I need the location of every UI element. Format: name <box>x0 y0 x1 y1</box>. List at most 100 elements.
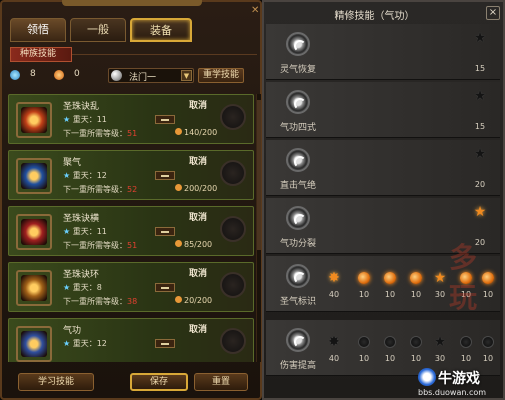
skill-icon[interactable] <box>16 270 52 306</box>
next-level-label: 下一重所需等级： <box>63 297 127 306</box>
tab-comprehend[interactable]: 领悟 <box>10 18 66 42</box>
learn-skill-button[interactable]: 学习技能 <box>18 373 94 391</box>
minus-button[interactable] <box>155 227 175 236</box>
refine-node-orb-icon[interactable] <box>410 272 422 284</box>
next-level-line: 下一重所需等级：52 <box>63 184 137 195</box>
skill-icon[interactable] <box>16 158 52 194</box>
refine-node-orb-icon[interactable] <box>410 336 422 348</box>
skill-card[interactable]: 圣珠诀环 取消 ★ 重天：8 下一重所需等级：38 20/200 <box>8 262 254 312</box>
refine-node-value: 15 <box>474 122 486 131</box>
refine-skill-name: 伤害提高 <box>280 361 317 371</box>
refine-node-value: 10 <box>384 290 396 299</box>
skill-icon[interactable] <box>16 102 52 138</box>
star-icon: ★ <box>63 171 71 180</box>
cancel-link[interactable]: 取消 <box>189 210 207 223</box>
refine-skill-icon[interactable] <box>286 32 310 56</box>
star-icon: ★ <box>63 283 71 292</box>
next-level-line: 下一重所需等级：38 <box>63 296 137 307</box>
layer-value: 11 <box>96 115 107 124</box>
layer-label: 重天： <box>72 339 97 348</box>
skill-icon[interactable] <box>16 214 52 250</box>
refine-node-orb-icon[interactable] <box>384 336 396 348</box>
scroll-thumb[interactable] <box>257 100 261 250</box>
refine-skill-icon[interactable] <box>286 148 310 172</box>
refine-node-value: 40 <box>328 290 340 299</box>
exp-value: 200/200 <box>184 184 218 193</box>
refine-row[interactable]: 灵气恢复 ★ 15 <box>266 24 500 80</box>
tab-equipment[interactable]: 装备 <box>130 18 192 42</box>
skill-name: 圣珠诀乱 <box>63 102 100 112</box>
exp-value: 140/200 <box>184 128 218 137</box>
skill-list: 圣珠诀乱 取消 ★ 重天：11 下一重所需等级：51 140/200 聚气 取消… <box>8 94 254 362</box>
refine-row[interactable]: 气功四式 ★ 15 <box>266 82 500 138</box>
star-icon: ★ <box>63 227 71 236</box>
next-level-line: 下一重所需等级：51 <box>63 240 137 251</box>
skill-name: 圣珠诀横 <box>63 214 100 224</box>
refine-node-star-icon[interactable]: ★ <box>472 88 488 104</box>
close-icon[interactable]: × <box>486 6 500 20</box>
skill-card[interactable]: 圣珠诀横 取消 ★ 重天：11 下一重所需等级：51 85/200 <box>8 206 254 256</box>
exp-line: 200/200 <box>175 184 217 193</box>
skill-card[interactable]: 圣珠诀乱 取消 ★ 重天：11 下一重所需等级：51 140/200 <box>8 94 254 144</box>
sect-select[interactable]: 法门一 ▼ <box>108 68 194 83</box>
refine-node-orb-icon[interactable] <box>358 336 370 348</box>
refine-skill-icon[interactable] <box>286 206 310 230</box>
layer-value: 12 <box>96 171 107 180</box>
layer-value: 8 <box>96 283 102 292</box>
exp-value: 85/200 <box>184 240 213 249</box>
next-level-label: 下一重所需等级： <box>63 241 127 250</box>
save-button[interactable]: 保存 <box>130 373 188 391</box>
next-level-label: 下一重所需等级： <box>63 129 127 138</box>
refine-node-star-icon[interactable]: ★ <box>472 30 488 46</box>
skill-icon-art <box>21 275 47 301</box>
logo-url: bbs.duowan.com <box>418 388 487 397</box>
layer-label: 重天： <box>72 171 97 180</box>
skill-socket[interactable] <box>220 104 246 130</box>
site-logo: 牛游戏 bbs.duowan.com <box>418 366 502 398</box>
tab-general[interactable]: 一般 <box>70 18 126 42</box>
close-icon[interactable]: ✕ <box>251 6 261 16</box>
star-icon: ★ <box>63 115 71 124</box>
relearn-button[interactable]: 重学技能 <box>198 68 244 83</box>
next-level-value: 51 <box>127 129 138 138</box>
exp-point-value: 0 <box>74 69 80 79</box>
refine-node-orb-icon[interactable] <box>384 272 396 284</box>
layer-line: ★ 重天：12 <box>63 170 107 181</box>
refine-node-value: 10 <box>410 290 422 299</box>
skill-socket[interactable] <box>220 272 246 298</box>
refine-node-burst-icon[interactable]: ✸ <box>326 334 342 350</box>
skill-icon-art <box>21 163 47 189</box>
refine-node-star-icon[interactable]: ★ <box>472 146 488 162</box>
minus-button[interactable] <box>155 339 175 348</box>
skill-socket[interactable] <box>220 328 246 354</box>
refine-skill-icon[interactable] <box>286 264 310 288</box>
refine-skill-icon[interactable] <box>286 90 310 114</box>
skill-icon-art <box>21 107 47 133</box>
skill-point-icon <box>10 70 20 80</box>
panel-title-strip <box>62 0 202 6</box>
skill-card[interactable]: 气功 取消 ★ 重天：12 <box>8 318 254 362</box>
refine-skill-icon[interactable] <box>286 328 310 352</box>
minus-button[interactable] <box>155 171 175 180</box>
cancel-link[interactable]: 取消 <box>189 322 207 335</box>
skill-socket[interactable] <box>220 160 246 186</box>
cancel-link[interactable]: 取消 <box>189 266 207 279</box>
layer-line: ★ 重天：12 <box>63 338 107 349</box>
refine-node-star-icon[interactable]: ★ <box>472 204 488 220</box>
logo-icon <box>418 368 436 386</box>
exp-icon <box>175 184 182 191</box>
minus-button[interactable] <box>155 283 175 292</box>
chevron-down-icon[interactable]: ▼ <box>181 70 192 81</box>
skill-icon[interactable] <box>16 326 52 362</box>
refine-row[interactable]: 直击气绝 ★ 20 <box>266 140 500 196</box>
skill-socket[interactable] <box>220 216 246 242</box>
refine-node-orb-icon[interactable] <box>358 272 370 284</box>
layer-label: 重天： <box>72 115 97 124</box>
skill-card[interactable]: 聚气 取消 ★ 重天：12 下一重所需等级：52 200/200 <box>8 150 254 200</box>
cancel-link[interactable]: 取消 <box>189 154 207 167</box>
reset-button[interactable]: 重置 <box>194 373 248 391</box>
minus-button[interactable] <box>155 115 175 124</box>
cancel-link[interactable]: 取消 <box>189 98 207 111</box>
scrollbar[interactable] <box>256 94 261 362</box>
refine-node-burst-icon[interactable]: ✸ <box>326 270 342 286</box>
